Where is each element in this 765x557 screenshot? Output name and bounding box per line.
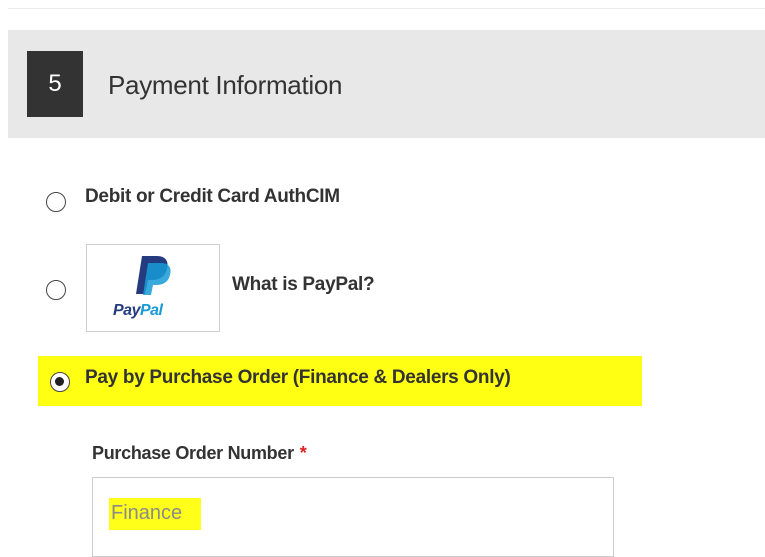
option-label-purchase-order[interactable]: Pay by Purchase Order (Finance & Dealers…	[85, 367, 511, 389]
paypal-logo-icon[interactable]: PayPal	[86, 244, 220, 332]
po-number-label: Purchase Order Number *	[92, 443, 307, 463]
paypal-wordmark: PayPal	[113, 302, 163, 319]
section-title: Payment Information	[108, 70, 343, 100]
radio-purchase-order[interactable]	[50, 372, 70, 392]
radio-card[interactable]	[46, 192, 66, 212]
payment-section-header: 5 Payment Information	[8, 30, 765, 138]
option-label-paypal[interactable]: What is PayPal?	[232, 274, 375, 296]
radio-selected-dot	[55, 377, 64, 386]
paypal-p-icon	[136, 256, 171, 295]
required-asterisk: *	[299, 443, 307, 463]
po-number-value: Finance	[111, 502, 183, 524]
option-label-card[interactable]: Debit or Credit Card AuthCIM	[85, 186, 340, 208]
divider	[8, 8, 765, 9]
radio-paypal[interactable]	[46, 280, 66, 300]
step-number-badge: 5	[27, 51, 83, 117]
po-number-input[interactable]: Finance	[92, 477, 614, 557]
